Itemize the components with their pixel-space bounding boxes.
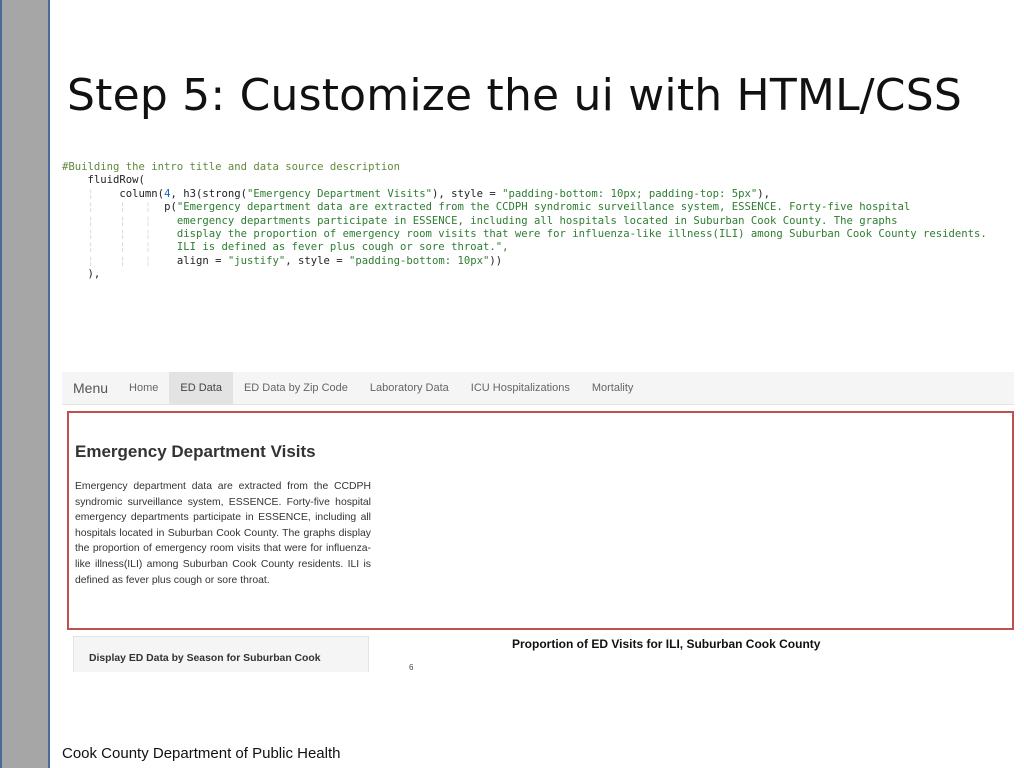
code-para-line2: emergency departments participate in ESS… — [176, 214, 898, 227]
plot-title: Proportion of ED Visits for ILI, Suburba… — [512, 637, 821, 651]
tab-ed-data[interactable]: ED Data — [169, 372, 233, 404]
plot-axis-tick: 6 — [409, 663, 414, 672]
code-style1-string: "padding-bottom: 10px; padding-top: 5px" — [502, 187, 758, 200]
code-comment: #Building the intro title and data sourc… — [62, 161, 401, 173]
code-close-row: ), — [87, 268, 101, 281]
code-close-p: )) — [489, 254, 503, 267]
code-para-line4: ILI is defined as fever plus cough or so… — [176, 241, 509, 254]
code-style2-string: "padding-bottom: 10px" — [349, 254, 490, 267]
slide-title: Step 5: Customize the ui with HTML/CSS — [67, 70, 962, 121]
code-heading-string: "Emergency Department Visits" — [247, 187, 432, 200]
tab-ed-data-by-zip[interactable]: ED Data by Zip Code — [233, 372, 359, 404]
code-para-line1: "Emergency department data are extracted… — [176, 201, 911, 214]
tab-icu-hospitalizations[interactable]: ICU Hospitalizations — [460, 372, 581, 404]
code-align-value: "justify" — [227, 254, 286, 267]
code-column: column( — [119, 187, 165, 200]
app-navbar: Menu Home ED Data ED Data by Zip Code La… — [62, 372, 1014, 405]
code-fluidrow: fluidRow( — [87, 174, 145, 187]
ed-description: Emergency department data are extracted … — [75, 481, 371, 586]
tab-home[interactable]: Home — [118, 372, 169, 404]
ed-visits-heading: Emergency Department Visits — [75, 442, 316, 461]
code-snippet: #Building the intro title and data sourc… — [62, 161, 987, 281]
tab-mortality[interactable]: Mortality — [581, 372, 645, 404]
navbar-brand[interactable]: Menu — [62, 372, 118, 404]
code-h3: , h3(strong( — [170, 187, 247, 200]
slide-footer: Cook County Department of Public Health — [62, 745, 341, 762]
slide-side-bar — [0, 0, 50, 768]
code-para-line3: display the proportion of emergency room… — [176, 228, 987, 241]
app-screenshot: Menu Home ED Data ED Data by Zip Code La… — [62, 372, 1014, 672]
tab-laboratory-data[interactable]: Laboratory Data — [359, 372, 460, 404]
sidebar-panel-label: Display ED Data by Season for Suburban C… — [89, 653, 321, 664]
highlight-box: Emergency Department Visits Emergency de… — [67, 411, 1014, 630]
code-p: p( — [164, 201, 177, 214]
code-style-kw2: , style = — [285, 254, 350, 267]
code-style-kw: ), style = — [431, 187, 503, 200]
sidebar-panel: Display ED Data by Season for Suburban C… — [73, 636, 369, 672]
code-align-kw: align = — [176, 254, 228, 267]
